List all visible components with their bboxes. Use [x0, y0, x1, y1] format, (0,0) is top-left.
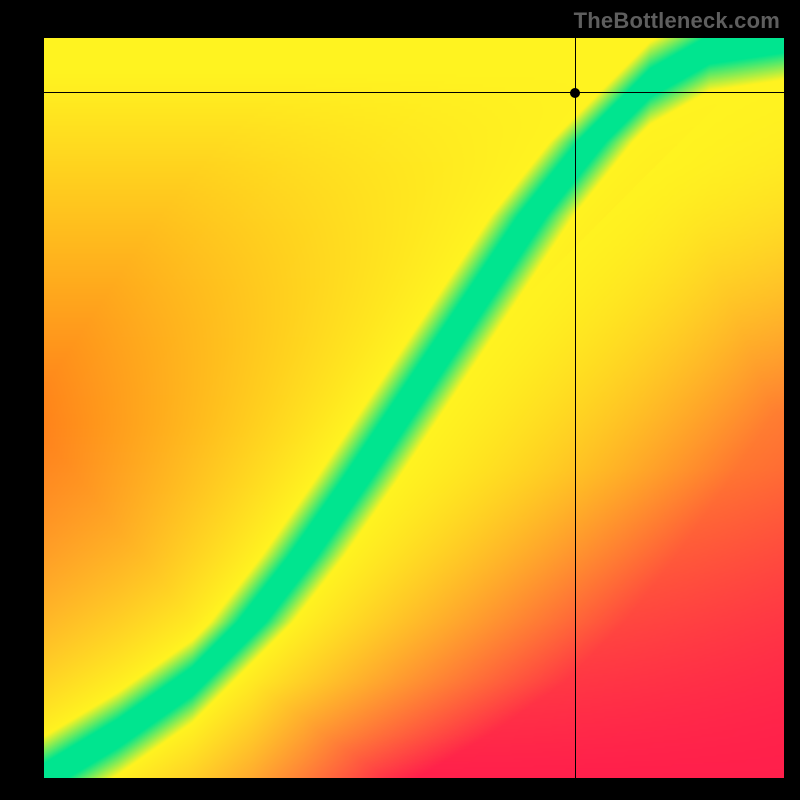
crosshair-vertical — [575, 38, 576, 778]
crosshair-marker — [570, 88, 580, 98]
heatmap-canvas — [44, 38, 784, 778]
crosshair-horizontal — [44, 92, 784, 93]
watermark-text: TheBottleneck.com — [574, 8, 780, 34]
chart-container: TheBottleneck.com — [0, 0, 800, 800]
